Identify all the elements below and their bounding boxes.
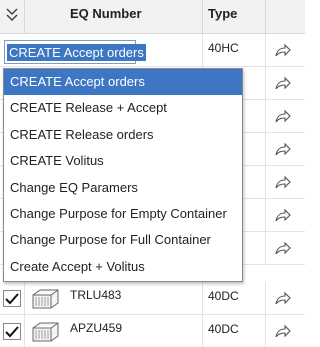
eq-number-cell: APZU459 (70, 321, 123, 335)
dropdown-option[interactable]: Change Purpose for Full Container (4, 227, 242, 253)
share-arrow-icon[interactable] (274, 207, 291, 223)
share-arrow-icon[interactable] (274, 174, 291, 190)
equipment-grid: EQ Number Type 40HC TRLU483 40DC APZU459… (0, 0, 305, 347)
table-row[interactable]: APZU459 40DC (0, 315, 305, 347)
container-icon (30, 321, 60, 343)
dropdown-option[interactable]: Change Purpose for Empty Container (4, 201, 242, 227)
dropdown-option[interactable]: Change EQ Paramers (4, 175, 242, 201)
action-select-value: CREATE Accept orders (7, 44, 146, 61)
share-arrow-icon[interactable] (274, 108, 291, 124)
row-checkbox[interactable] (3, 290, 21, 307)
share-arrow-icon[interactable] (274, 323, 291, 339)
column-header-eq-number[interactable]: EQ Number (70, 0, 142, 34)
action-dropdown-list: CREATE Accept orders CREATE Release + Ac… (3, 68, 243, 282)
container-icon (30, 288, 60, 310)
grid-header: EQ Number Type (0, 0, 305, 34)
dropdown-option[interactable]: Create Accept + Volitus (4, 254, 242, 280)
eq-number-cell: TRLU483 (70, 288, 122, 302)
share-arrow-icon[interactable] (274, 141, 291, 157)
dropdown-option[interactable]: CREATE Volitus (4, 148, 242, 174)
dropdown-option[interactable]: CREATE Release orders (4, 122, 242, 148)
row-checkbox[interactable] (3, 323, 21, 340)
action-select[interactable]: CREATE Accept orders (4, 40, 146, 64)
type-cell: 40HC (208, 41, 239, 55)
type-cell: 40DC (208, 322, 239, 336)
share-arrow-icon[interactable] (274, 75, 291, 91)
column-header-type[interactable]: Type (208, 0, 237, 34)
dropdown-option[interactable]: CREATE Accept orders (4, 69, 242, 96)
share-arrow-icon[interactable] (274, 290, 291, 306)
double-chevron-down-icon[interactable] (5, 6, 19, 24)
share-arrow-icon[interactable] (274, 240, 291, 256)
checkmark-icon (5, 326, 19, 338)
dropdown-option[interactable]: CREATE Release + Accept (4, 95, 242, 121)
share-arrow-icon[interactable] (274, 42, 291, 58)
table-row[interactable]: TRLU483 40DC (0, 282, 305, 315)
type-cell: 40DC (208, 289, 239, 303)
checkmark-icon (5, 293, 19, 305)
